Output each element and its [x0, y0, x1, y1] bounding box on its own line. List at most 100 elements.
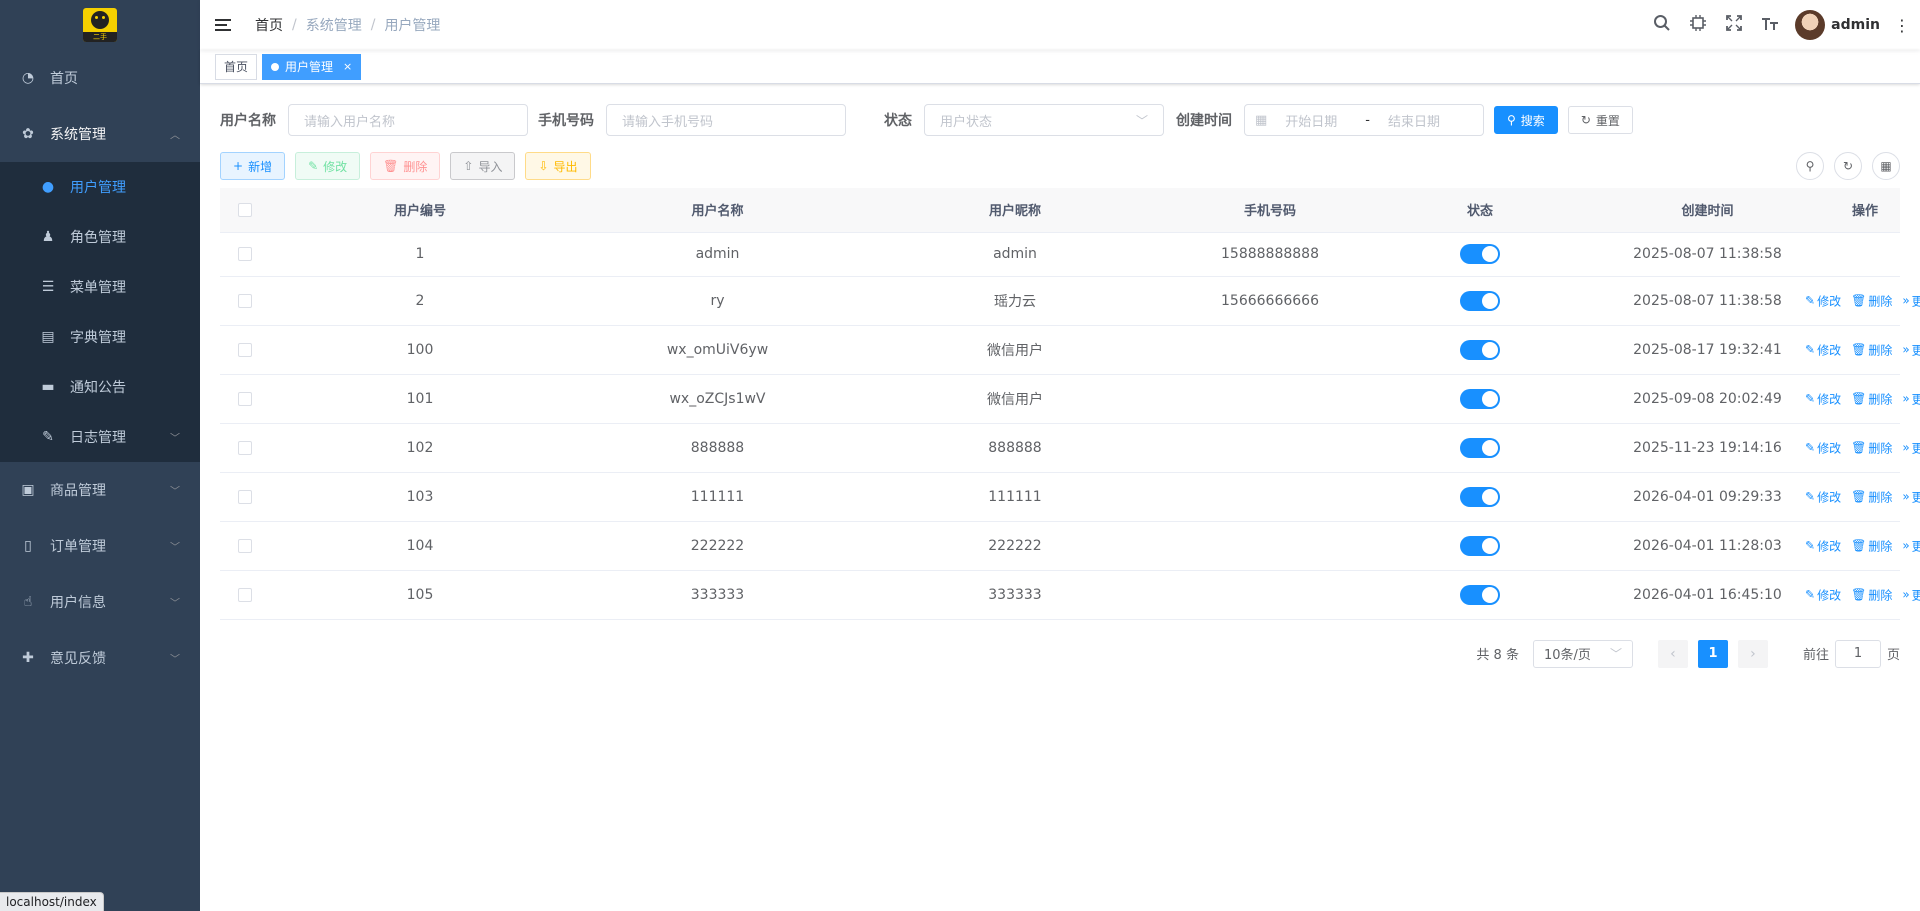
edit-icon: ✎ — [1805, 440, 1816, 455]
sidebar-item-system[interactable]: ✿ 系统管理 ︿ — [0, 106, 200, 162]
row-more-link[interactable]: »更多 — [1902, 292, 1920, 309]
cell-user-id: 101 — [270, 374, 570, 424]
more-vertical-icon[interactable]: ⋮ — [1894, 16, 1910, 35]
user-dropdown[interactable]: admin — [1795, 10, 1880, 40]
fullscreen-icon[interactable] — [1723, 14, 1745, 37]
row-checkbox[interactable] — [238, 391, 252, 406]
row-checkbox[interactable] — [238, 293, 252, 308]
edit-button[interactable]: ✎ 修改 — [295, 152, 361, 180]
row-edit-link[interactable]: ✎ 修改 — [1805, 341, 1841, 358]
status-switch[interactable] — [1460, 584, 1500, 605]
row-edit-link[interactable]: ✎ 修改 — [1805, 439, 1841, 456]
prev-page-button[interactable]: ‹ — [1657, 639, 1688, 668]
phone-input[interactable]: 请输入手机号码 — [606, 104, 846, 136]
user-icon: ● — [41, 179, 55, 195]
row-actions: ✎修改 🗑删除 »更多 — [1805, 439, 1920, 456]
next-page-button[interactable]: › — [1737, 639, 1768, 668]
status-switch[interactable] — [1460, 437, 1500, 458]
import-button[interactable]: ⇧ 导入 — [450, 152, 516, 180]
row-delete-link[interactable]: 🗑 删除 — [1851, 537, 1892, 554]
row-delete-link[interactable]: 🗑 删除 — [1851, 292, 1892, 309]
goto-page-input[interactable]: 1 — [1834, 639, 1881, 668]
search-icon[interactable] — [1651, 14, 1673, 37]
sidebar-item-user-info[interactable]: ☝ 用户信息 ﹀ — [0, 574, 200, 630]
toggle-search-icon[interactable]: ⚲ — [1796, 152, 1824, 180]
row-checkbox[interactable] — [238, 538, 252, 553]
chevron-down-icon: ﹀ — [170, 542, 180, 554]
row-checkbox[interactable] — [238, 342, 252, 357]
logo-area[interactable]: 二手 — [0, 0, 200, 50]
row-delete-link[interactable]: 🗑 删除 — [1851, 341, 1892, 358]
row-edit-link[interactable]: ✎ 修改 — [1805, 488, 1841, 505]
reset-button[interactable]: ↻ 重置 — [1567, 106, 1633, 134]
add-button[interactable]: + 新增 — [220, 152, 286, 180]
row-edit-label: 修改 — [1817, 294, 1842, 308]
delete-button[interactable]: 🗑 删除 — [370, 152, 441, 180]
row-delete-link[interactable]: 🗑 删除 — [1851, 488, 1892, 505]
row-checkbox[interactable] — [238, 587, 252, 602]
status-switch[interactable] — [1460, 535, 1500, 556]
status-switch[interactable] — [1460, 244, 1500, 264]
delete-button-label: 删除 — [403, 159, 428, 174]
row-more-link[interactable]: »更多 — [1902, 341, 1920, 358]
table-header-row: 用户编号 用户名称 用户昵称 手机号码 状态 创建时间 操作 — [220, 188, 1900, 233]
sidebar-item-notice[interactable]: ▬ 通知公告 — [0, 362, 200, 412]
sidebar-item-dict-management[interactable]: ▤ 字典管理 — [0, 312, 200, 362]
status-switch[interactable] — [1460, 339, 1500, 360]
font-size-icon[interactable] — [1759, 14, 1781, 37]
row-more-link[interactable]: »更多 — [1902, 488, 1920, 505]
sidebar-item-user-management[interactable]: ● 用户管理 — [0, 162, 200, 212]
row-delete-link[interactable]: 🗑 删除 — [1851, 439, 1892, 456]
username-input[interactable]: 请输入用户名称 — [288, 104, 528, 136]
row-edit-link[interactable]: ✎ 修改 — [1805, 390, 1841, 407]
page-number[interactable]: 1 — [1697, 639, 1728, 668]
status-switch[interactable] — [1460, 486, 1500, 507]
sidebar-item-label: 字典管理 — [70, 330, 126, 346]
cell-user-id: 105 — [270, 570, 570, 620]
sidebar-item-goods[interactable]: ▣ 商品管理 ﹀ — [0, 462, 200, 518]
row-more-link[interactable]: »更多 — [1902, 390, 1920, 407]
start-date-input[interactable]: 开始日期 — [1285, 111, 1347, 130]
tag-home[interactable]: 首页 — [215, 53, 258, 80]
row-more-link[interactable]: »更多 — [1902, 586, 1920, 603]
sidebar-item-home[interactable]: ◔ 首页 — [0, 50, 200, 106]
chip-icon[interactable] — [1687, 14, 1709, 37]
row-checkbox[interactable] — [238, 489, 252, 504]
refresh-icon[interactable]: ↻ — [1834, 152, 1862, 180]
page-jumper: 前往 1 页 — [1803, 639, 1900, 668]
sidebar-item-feedback[interactable]: ✚ 意见反馈 ﹀ — [0, 630, 200, 686]
column-header: 状态 — [1375, 188, 1585, 233]
select-all-checkbox[interactable] — [238, 202, 252, 217]
hamburger-icon[interactable] — [215, 15, 235, 35]
row-edit-label: 修改 — [1817, 392, 1842, 406]
sidebar-item-menu-management[interactable]: ☰ 菜单管理 — [0, 262, 200, 312]
sidebar-item-log-management[interactable]: ✎ 日志管理 ﹀ — [0, 412, 200, 462]
row-delete-link[interactable]: 🗑 删除 — [1851, 390, 1892, 407]
row-edit-link[interactable]: ✎ 修改 — [1805, 586, 1841, 603]
status-select[interactable]: 用户状态 ﹀ — [924, 104, 1164, 136]
end-date-input[interactable]: 结束日期 — [1388, 111, 1440, 130]
row-checkbox[interactable] — [238, 247, 252, 261]
tag-user-management[interactable]: 用户管理 × — [262, 53, 362, 80]
columns-icon[interactable]: ▦ — [1872, 152, 1900, 180]
table-row: 102 888888 888888 2025-11-23 19:14:16 ✎ 修改 🗑 删除… — [220, 423, 1920, 473]
search-button[interactable]: ⚲ 搜索 — [1494, 106, 1558, 134]
row-checkbox[interactable] — [238, 440, 252, 455]
page-size-value: 10条/页 — [1543, 648, 1591, 663]
status-switch[interactable] — [1460, 388, 1500, 409]
row-edit-label: 修改 — [1817, 441, 1842, 455]
row-delete-link[interactable]: 🗑 删除 — [1851, 586, 1892, 603]
breadcrumb-home[interactable]: 首页 — [255, 15, 283, 35]
trash-icon: 🗑 — [1851, 391, 1867, 406]
sidebar-item-role-management[interactable]: ♟ 角色管理 — [0, 212, 200, 262]
row-more-link[interactable]: »更多 — [1902, 537, 1920, 554]
export-button[interactable]: ⇩ 导出 — [525, 152, 591, 180]
sidebar-item-orders[interactable]: ▯ 订单管理 ﹀ — [0, 518, 200, 574]
row-more-link[interactable]: »更多 — [1902, 439, 1920, 456]
page-size-select[interactable]: 10条/页 ﹀ — [1532, 639, 1633, 668]
row-edit-link[interactable]: ✎ 修改 — [1805, 537, 1841, 554]
close-icon[interactable]: × — [343, 55, 352, 79]
row-edit-link[interactable]: ✎ 修改 — [1805, 292, 1841, 309]
status-switch[interactable] — [1460, 290, 1500, 311]
date-range-picker[interactable]: ▦ 开始日期 - 结束日期 — [1244, 104, 1484, 136]
